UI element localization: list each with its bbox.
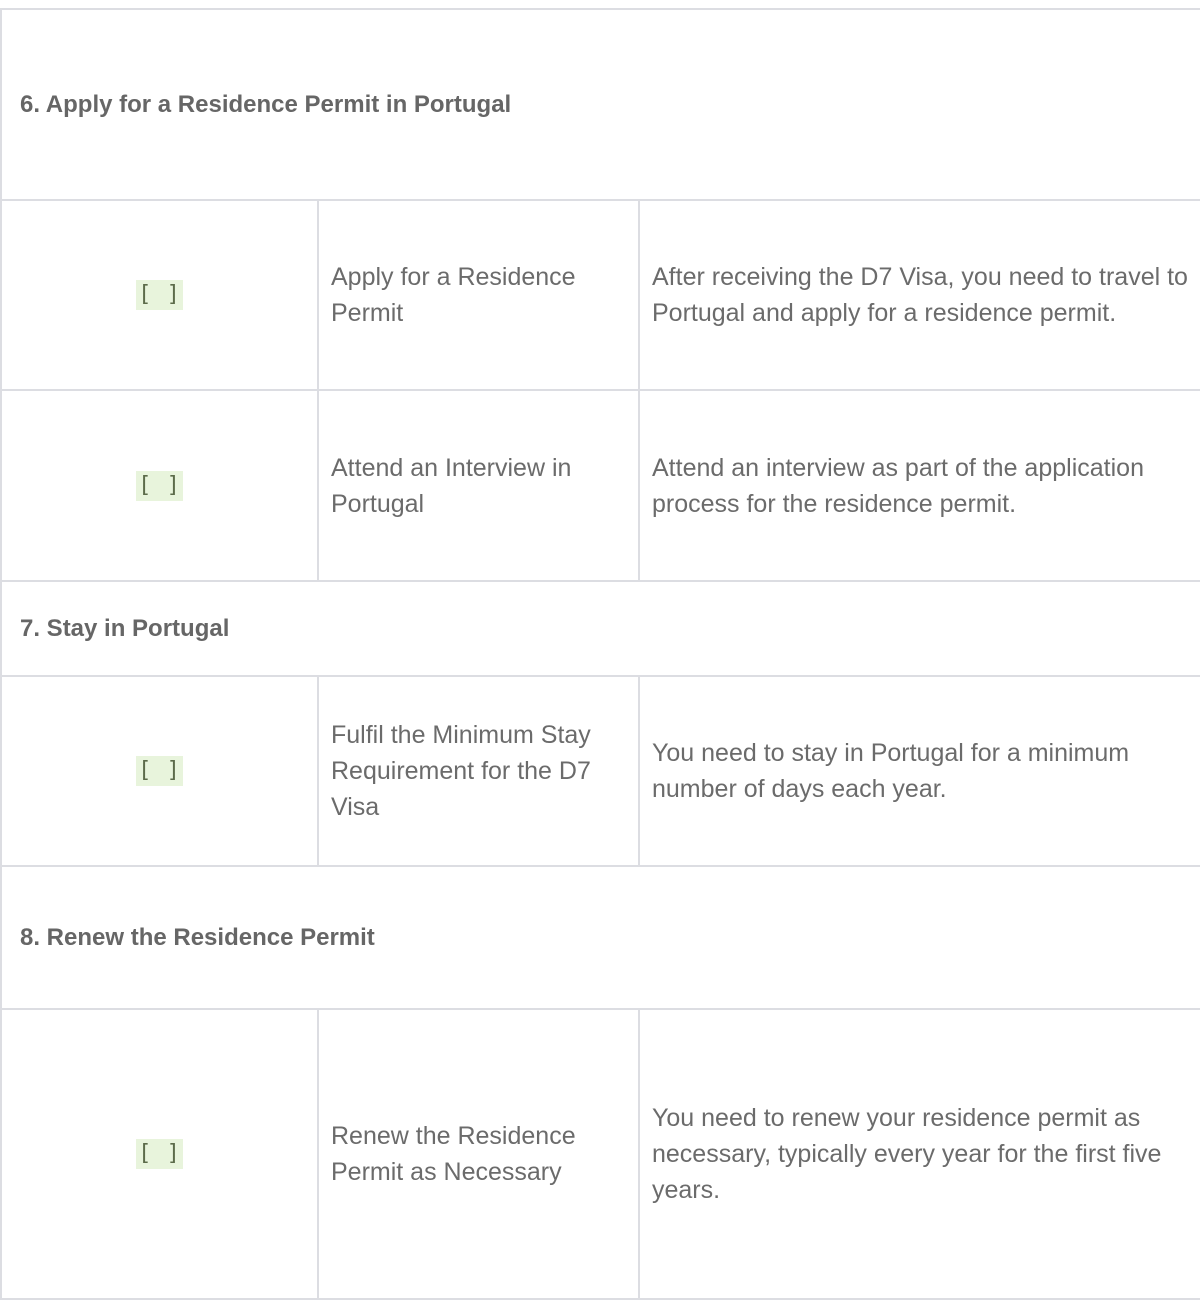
task-checkbox[interactable]: [ ] (136, 470, 183, 501)
task-name: Apply for a Residence Permit (317, 199, 640, 391)
task-checkbox[interactable]: [ ] (136, 280, 183, 310)
task-description: Attend an interview as part of the appli… (637, 389, 1200, 582)
task-description: You need to stay in Portugal for a minim… (637, 675, 1200, 867)
checkbox-cell: [ ] (0, 1008, 319, 1300)
task-name: Fulfil the Minimum Stay Requirement for … (317, 675, 640, 867)
checkbox-cell: [ ] (0, 675, 319, 867)
section-title: 7. Stay in Portugal (0, 580, 1200, 677)
task-description: You need to renew your residence permit … (637, 1008, 1200, 1300)
checklist-table: 6. Apply for a Residence Permit in Portu… (0, 8, 1200, 1300)
task-name: Renew the Residence Permit as Necessary (317, 1008, 640, 1300)
section-row: 6. Apply for a Residence Permit in Portu… (0, 8, 1200, 201)
checkbox-cell: [ ] (0, 389, 319, 582)
task-row: [ ] Apply for a Residence Permit After r… (0, 199, 1200, 391)
task-checkbox[interactable]: [ ] (136, 1139, 183, 1169)
task-row: [ ] Renew the Residence Permit as Necess… (0, 1008, 1200, 1300)
section-title: 8. Renew the Residence Permit (0, 865, 1200, 1010)
checkbox-cell: [ ] (0, 199, 319, 391)
section-row: 8. Renew the Residence Permit (0, 865, 1200, 1010)
task-row: [ ] Attend an Interview in Portugal Atte… (0, 389, 1200, 582)
section-title: 6. Apply for a Residence Permit in Portu… (0, 8, 1200, 201)
task-name: Attend an Interview in Portugal (317, 389, 640, 582)
task-row: [ ] Fulfil the Minimum Stay Requirement … (0, 675, 1200, 867)
section-row: 7. Stay in Portugal (0, 580, 1200, 677)
task-checkbox[interactable]: [ ] (136, 756, 183, 786)
task-description: After receiving the D7 Visa, you need to… (637, 199, 1200, 391)
